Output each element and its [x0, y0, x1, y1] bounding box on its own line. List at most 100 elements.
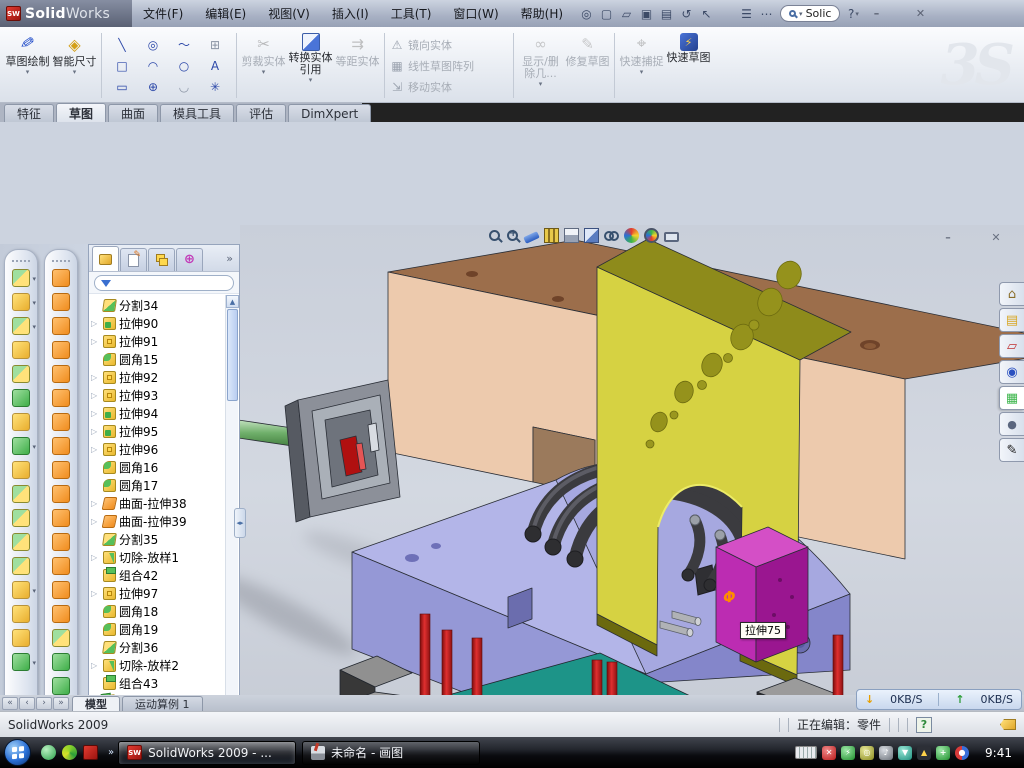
tray-icon[interactable]: ♪: [879, 746, 893, 760]
tray-icon[interactable]: [795, 746, 817, 759]
feature-tree-item[interactable]: ▷ 分割34: [91, 296, 226, 314]
ribbon-button[interactable]: 修复草图: [564, 29, 611, 102]
mold-toolbar-icon[interactable]: [52, 629, 70, 647]
sketch-entity-button[interactable]: ▭: [107, 76, 138, 97]
dropdown-caret-icon[interactable]: [640, 68, 644, 76]
mold-toolbar-icon[interactable]: [52, 269, 70, 287]
expand-arrow-icon[interactable]: ▷: [91, 391, 100, 400]
titlebar-tool-button[interactable]: ↺: [678, 5, 696, 23]
ribbon-button[interactable]: 等距实体: [334, 29, 381, 102]
command-tab[interactable]: 模具工具: [160, 104, 234, 122]
sketch-entity-button[interactable]: ✳: [200, 76, 231, 97]
feature-tree-item[interactable]: ▷ 圆角18: [91, 602, 226, 620]
feature-toolbar-icon[interactable]: [12, 461, 30, 479]
menu-item[interactable]: 视图(V): [257, 0, 321, 27]
feature-toolbar-icon[interactable]: [12, 365, 30, 383]
feature-tree-item[interactable]: ▷ 组合42: [91, 566, 226, 584]
ribbon-button[interactable]: 草图绘制: [4, 29, 51, 102]
vertical-scroll-thumb[interactable]: [227, 309, 238, 401]
feature-toolbar-icon[interactable]: [12, 533, 30, 551]
ribbon-row-button[interactable]: 移动实体: [388, 78, 510, 96]
expand-arrow-icon[interactable]: ▷: [91, 373, 100, 382]
mold-toolbar-icon[interactable]: [52, 341, 70, 359]
sketch-entity-button[interactable]: ◎: [138, 34, 169, 55]
menu-item[interactable]: 文件(F): [132, 0, 194, 27]
feature-toolbar-icon[interactable]: [12, 581, 30, 599]
feature-toolbar-icon[interactable]: [12, 341, 30, 359]
document-tab[interactable]: 运动算例 1: [122, 696, 203, 711]
mold-toolbar-icon[interactable]: [52, 557, 70, 575]
document-window-button[interactable]: ✕: [988, 230, 1004, 244]
tab-nav-button[interactable]: ›: [36, 697, 52, 710]
expand-arrow-icon[interactable]: ▷: [91, 319, 100, 328]
hud-button[interactable]: [584, 228, 600, 243]
document-tab[interactable]: 模型: [72, 696, 120, 711]
ribbon-row-button[interactable]: 线性草图阵列: [388, 57, 510, 75]
dropdown-caret-icon[interactable]: [26, 68, 30, 76]
manager-tabs-overflow[interactable]: »: [226, 252, 233, 265]
tray-icon[interactable]: ⚡: [841, 746, 855, 760]
feature-tree-item[interactable]: ▷ 圆角19: [91, 620, 226, 638]
graphics-viewport[interactable]: Φ: [240, 225, 1024, 768]
menu-item[interactable]: 编辑(E): [194, 0, 257, 27]
task-pane-tab[interactable]: ●: [999, 412, 1024, 436]
feature-tree-item[interactable]: ▷ 拉伸92: [91, 368, 226, 386]
titlebar-tool-button[interactable]: ▱: [618, 5, 636, 23]
feature-tree-item[interactable]: ▷ 分割36: [91, 638, 226, 656]
feature-toolbar-icon[interactable]: [12, 605, 30, 623]
window-control-button[interactable]: –: [868, 7, 884, 21]
command-tab[interactable]: 曲面: [108, 104, 158, 122]
scroll-up-button[interactable]: ▲: [226, 295, 239, 308]
dropdown-caret-icon[interactable]: [309, 76, 313, 84]
menu-item[interactable]: 插入(I): [321, 0, 380, 27]
titlebar-tool-button[interactable]: ◎: [578, 5, 596, 23]
mold-toolbar-icon[interactable]: [52, 437, 70, 455]
feature-toolbar-icon[interactable]: [12, 653, 30, 671]
tray-icon[interactable]: ▲: [917, 746, 931, 760]
expand-arrow-icon[interactable]: ▷: [91, 499, 100, 508]
manager-tab[interactable]: [120, 248, 147, 271]
command-tab[interactable]: 特征: [4, 104, 54, 122]
ribbon-button[interactable]: 快速草图: [665, 29, 712, 102]
feature-tree-item[interactable]: ▷ 切除-放样1: [91, 548, 226, 566]
tree-filter-box[interactable]: [94, 275, 234, 291]
quick-launch-overflow[interactable]: »: [108, 747, 114, 758]
sketch-entity-button[interactable]: ～: [169, 34, 200, 55]
mold-toolbar-icon[interactable]: [52, 293, 70, 311]
panel-splitter-handle[interactable]: ◂▸: [234, 508, 246, 538]
command-tab[interactable]: 评估: [236, 104, 286, 122]
mold-toolbar-icon[interactable]: [52, 677, 70, 695]
mold-toolbar-icon[interactable]: [52, 317, 70, 335]
start-button[interactable]: [4, 739, 31, 766]
hud-button[interactable]: [604, 228, 620, 243]
titlebar-tool-button[interactable]: ▤: [658, 5, 676, 23]
feature-toolbar-icon[interactable]: [12, 269, 30, 287]
mold-toolbar-icon[interactable]: [52, 653, 70, 671]
expand-arrow-icon[interactable]: ▷: [91, 661, 100, 670]
expand-arrow-icon[interactable]: ▷: [91, 517, 100, 526]
expand-arrow-icon[interactable]: ▷: [91, 409, 100, 418]
titlebar-tool-button[interactable]: ⋯: [758, 5, 776, 23]
tray-icon[interactable]: ●: [955, 746, 969, 760]
manager-tab[interactable]: [176, 248, 203, 271]
feature-toolbar-icon[interactable]: [12, 413, 30, 431]
mold-toolbar-icon[interactable]: [52, 461, 70, 479]
menu-item[interactable]: 帮助(H): [510, 0, 574, 27]
feature-tree-item[interactable]: ▷ 拉伸95: [91, 422, 226, 440]
feature-tree-item[interactable]: ▷ 圆角16: [91, 458, 226, 476]
search-box[interactable]: ▾ Solic: [780, 5, 840, 22]
feature-tree-item[interactable]: ▷ 拉伸96: [91, 440, 226, 458]
ribbon-button[interactable]: 转换实体引用: [287, 29, 334, 102]
hud-button[interactable]: [506, 229, 520, 242]
help-button[interactable]: ?▾: [844, 5, 862, 23]
menu-item[interactable]: 工具(T): [380, 0, 443, 27]
expand-arrow-icon[interactable]: ▷: [91, 445, 100, 454]
task-pane-tab[interactable]: ✎: [999, 438, 1024, 462]
ribbon-button[interactable]: 显示/删除几...: [517, 29, 564, 102]
taskbar-clock[interactable]: 9:41: [977, 746, 1020, 760]
mold-toolbar-icon[interactable]: [52, 509, 70, 527]
titlebar-tool-button[interactable]: ☰: [738, 5, 756, 23]
task-pane-tab[interactable]: ◉: [999, 360, 1024, 384]
sketch-entity-button[interactable]: ⊞: [200, 34, 231, 55]
tab-nav-button[interactable]: »: [53, 697, 69, 710]
